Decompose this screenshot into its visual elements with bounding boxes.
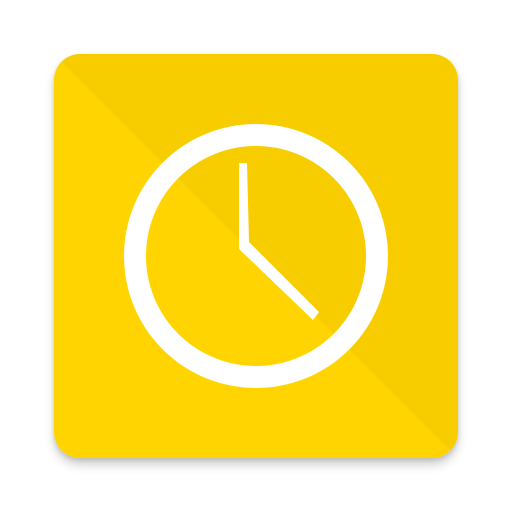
clock-icon: [54, 54, 458, 458]
icon-canvas: [0, 0, 512, 512]
clock-app-icon[interactable]: [54, 54, 458, 458]
